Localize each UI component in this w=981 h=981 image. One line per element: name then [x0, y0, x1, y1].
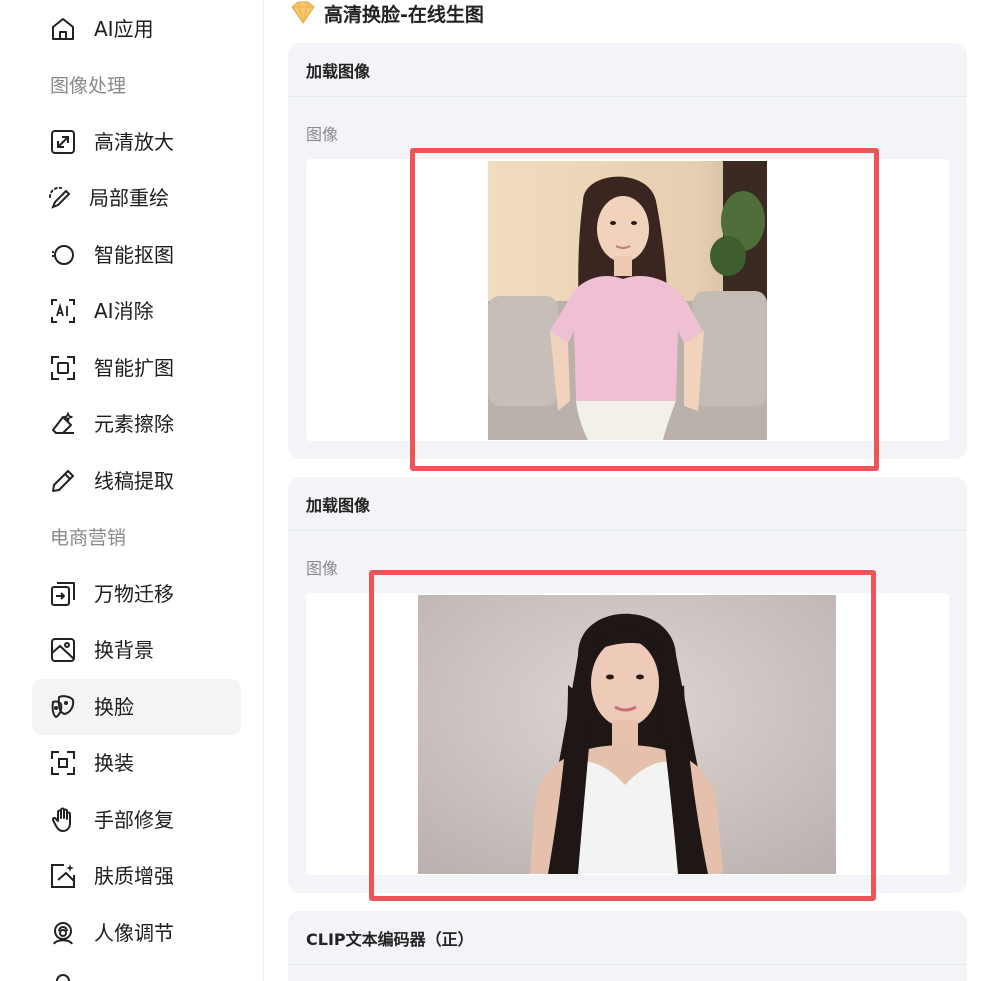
- sidebar-item-label: 肤质增强: [94, 864, 174, 888]
- sidebar: AI应用 图像处理 高清放大 局部重绘 智能抠图 AI消除 智能扩图 元素擦除 …: [0, 0, 264, 981]
- load-image-card-1: 加载图像 图像: [288, 43, 967, 459]
- card-header: 加载图像: [288, 477, 967, 531]
- sparkle-icon: [50, 863, 76, 889]
- sidebar-item-background[interactable]: 换背景: [32, 622, 241, 678]
- sidebar-item-label: 智能抠图: [94, 243, 174, 267]
- sidebar-item-label: 线稿提取: [94, 469, 174, 493]
- sidebar-item-lineart[interactable]: 线稿提取: [32, 453, 241, 509]
- shape-icon: [50, 972, 76, 981]
- image-field-label: 图像: [306, 125, 339, 144]
- card-header-title: CLIP文本编码器（正）: [306, 929, 474, 949]
- sidebar-item-portrait[interactable]: 人像调节: [32, 905, 241, 961]
- sidebar-item-label: 换背景: [94, 638, 154, 662]
- sidebar-item-ai-apps[interactable]: AI应用: [32, 1, 241, 57]
- sidebar-item-label: 换装: [94, 751, 134, 775]
- mask-icon: [50, 694, 76, 720]
- background-icon: [50, 637, 76, 663]
- sidebar-item-label: AI消除: [94, 299, 154, 323]
- sidebar-item-label: AI应用: [94, 17, 154, 41]
- source-face-photo: [488, 161, 767, 440]
- sidebar-item-outfit[interactable]: 换装: [32, 735, 241, 791]
- page-title-text: 高清换脸-在线生图: [324, 3, 484, 26]
- diamond-icon: [288, 1, 318, 25]
- card-header-title: 加载图像: [306, 61, 371, 81]
- card-header: CLIP文本编码器（正）: [288, 911, 967, 965]
- card-header-title: 加载图像: [306, 495, 371, 515]
- sidebar-item-label: 元素擦除: [94, 412, 174, 436]
- section-ecommerce: 电商营销: [50, 527, 127, 549]
- sidebar-item-transfer[interactable]: 万物迁移: [32, 566, 241, 622]
- home-icon: [50, 16, 76, 42]
- sidebar-item-partial[interactable]: [32, 962, 241, 981]
- sidebar-item-label: 换脸: [94, 695, 134, 719]
- outfit-icon: [50, 750, 76, 776]
- section-image-processing: 图像处理: [50, 75, 127, 97]
- sidebar-item-label: 人像调节: [94, 921, 174, 945]
- portrait-icon: [50, 920, 76, 946]
- transfer-icon: [50, 581, 76, 607]
- image-field-label: 图像: [306, 559, 339, 578]
- upscale-icon: [50, 129, 76, 155]
- image-dropzone[interactable]: [306, 159, 949, 441]
- sidebar-item-inpaint[interactable]: 局部重绘: [32, 170, 241, 226]
- image-dropzone[interactable]: [306, 593, 949, 875]
- sidebar-item-label: 万物迁移: [94, 582, 174, 606]
- page-title: 高清换脸-在线生图: [288, 0, 484, 26]
- sidebar-item-label: 手部修复: [94, 808, 174, 832]
- card-header: 加载图像: [288, 43, 967, 97]
- sidebar-item-upscale[interactable]: 高清放大: [32, 114, 241, 170]
- target-face-photo: [418, 595, 836, 874]
- sidebar-item-expand[interactable]: 智能扩图: [32, 340, 241, 396]
- sidebar-item-ai-erase[interactable]: AI消除: [32, 283, 241, 339]
- brush-icon: [46, 185, 72, 211]
- sidebar-item-label: 高清放大: [94, 130, 174, 154]
- clip-text-encoder-card: CLIP文本编码器（正）: [288, 911, 967, 981]
- pencil-icon: [50, 468, 76, 494]
- sidebar-item-element-erase[interactable]: 元素擦除: [32, 396, 241, 452]
- sidebar-item-label: 局部重绘: [89, 186, 169, 210]
- sidebar-item-skin[interactable]: 肤质增强: [32, 848, 241, 904]
- cutout-icon: [50, 242, 76, 268]
- sidebar-item-faceswap[interactable]: 换脸: [32, 679, 241, 735]
- ai-erase-icon: [50, 298, 76, 324]
- sidebar-item-label: 智能扩图: [94, 356, 174, 380]
- eraser-icon: [50, 411, 76, 437]
- hand-icon: [50, 807, 76, 833]
- expand-icon: [50, 355, 76, 381]
- sidebar-item-cutout[interactable]: 智能抠图: [32, 227, 241, 283]
- load-image-card-2: 加载图像 图像: [288, 477, 967, 893]
- sidebar-item-hand-fix[interactable]: 手部修复: [32, 792, 241, 848]
